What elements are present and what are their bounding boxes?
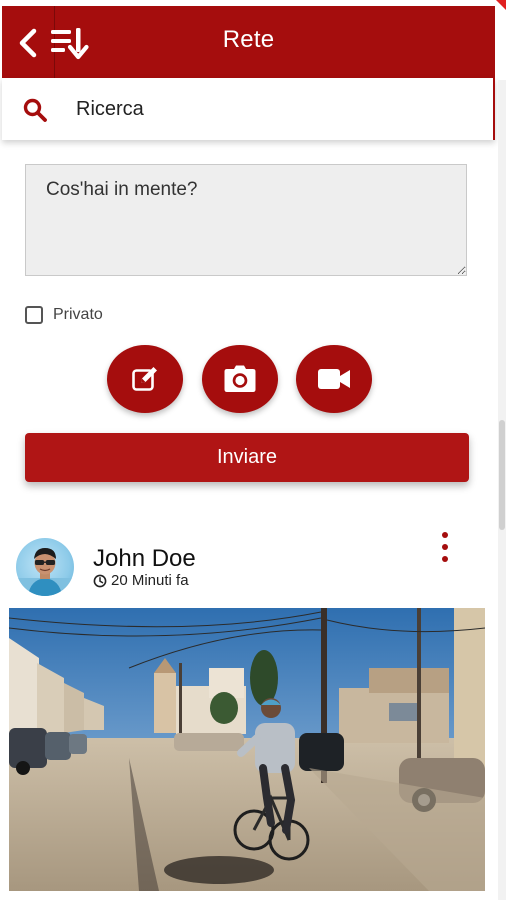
- edit-icon: [132, 367, 157, 391]
- clock-icon: [93, 574, 107, 587]
- avatar[interactable]: [16, 538, 74, 596]
- page-title: Rete: [222, 26, 275, 53]
- scrollbar[interactable]: [498, 80, 506, 900]
- more-vertical-icon[interactable]: [436, 532, 454, 562]
- dot: [442, 556, 448, 562]
- private-label: Privato: [53, 306, 103, 323]
- scrollbar-thumb[interactable]: [499, 420, 505, 530]
- photo-button[interactable]: [202, 345, 278, 413]
- private-checkbox[interactable]: [25, 306, 43, 324]
- video-button[interactable]: [296, 345, 372, 413]
- camera-icon: [224, 365, 256, 392]
- write-post-button[interactable]: [107, 345, 183, 413]
- post-time: 20 Minuti fa: [93, 572, 189, 589]
- send-button[interactable]: Inviare: [25, 433, 469, 482]
- post-photo[interactable]: [9, 608, 485, 891]
- corner-accent: [496, 0, 506, 10]
- street-cyclist-image: [9, 608, 485, 891]
- search-bar: [2, 78, 495, 140]
- dot: [442, 544, 448, 550]
- search-input[interactable]: [76, 95, 456, 123]
- search-icon[interactable]: [22, 97, 48, 123]
- send-button-label: Inviare: [216, 446, 278, 468]
- app-bar: Rete: [2, 6, 495, 78]
- author-name[interactable]: John Doe: [93, 545, 196, 573]
- post-time-label: 20 Minuti fa: [111, 572, 189, 589]
- private-option[interactable]: Privato: [25, 304, 103, 326]
- video-icon: [318, 369, 350, 389]
- avatar-image: [16, 548, 74, 596]
- status-input[interactable]: [25, 164, 467, 276]
- dot: [442, 532, 448, 538]
